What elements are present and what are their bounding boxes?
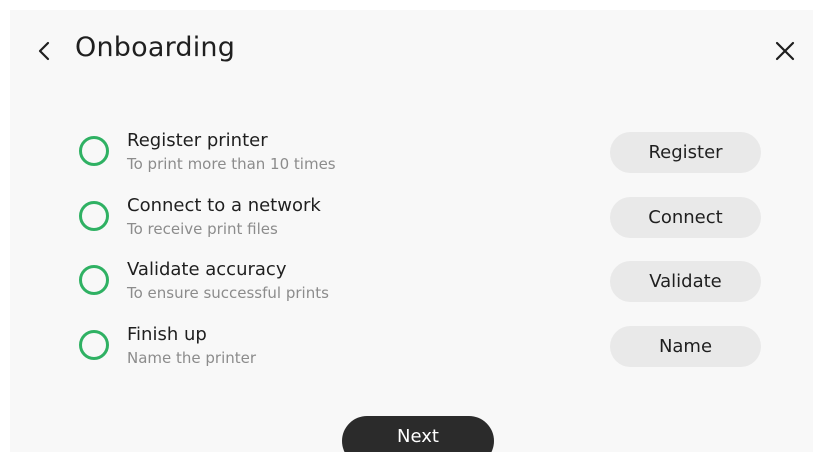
step-validate: Validate accuracy To ensure successful p… xyxy=(10,257,813,322)
connect-button[interactable]: Connect xyxy=(610,196,761,238)
step-title: Finish up xyxy=(127,323,207,345)
page-title: Onboarding xyxy=(75,32,236,63)
step-status-circle-icon xyxy=(79,265,109,295)
step-status-circle-icon xyxy=(79,200,109,231)
back-button[interactable] xyxy=(32,36,56,66)
step-subtitle: To receive print files xyxy=(127,219,278,238)
step-title: Connect to a network xyxy=(127,194,321,216)
step-title: Register printer xyxy=(127,130,268,151)
onboarding-steps: Register printer To print more than 10 t… xyxy=(10,128,813,386)
step-subtitle: Name the printer xyxy=(127,348,257,367)
step-register: Register printer To print more than 10 t… xyxy=(10,128,813,193)
step-finish: Finish up Name the printer Name xyxy=(10,322,813,387)
step-status-circle-icon xyxy=(79,136,109,166)
chevron-left-icon xyxy=(38,41,50,61)
step-status-circle-icon xyxy=(79,329,109,360)
register-button[interactable]: Register xyxy=(610,132,761,173)
close-button[interactable] xyxy=(772,38,798,64)
step-connect: Connect to a network To receive print fi… xyxy=(10,193,813,258)
step-subtitle: To ensure successful prints xyxy=(127,284,329,302)
next-button[interactable]: Next xyxy=(342,416,494,452)
onboarding-panel: Onboarding Register printer To print mor… xyxy=(10,10,813,452)
step-title: Validate accuracy xyxy=(127,259,287,280)
validate-button[interactable]: Validate xyxy=(610,261,761,302)
name-button[interactable]: Name xyxy=(610,325,761,367)
close-icon xyxy=(775,41,795,61)
header: Onboarding xyxy=(10,10,813,94)
step-subtitle: To print more than 10 times xyxy=(127,155,336,173)
